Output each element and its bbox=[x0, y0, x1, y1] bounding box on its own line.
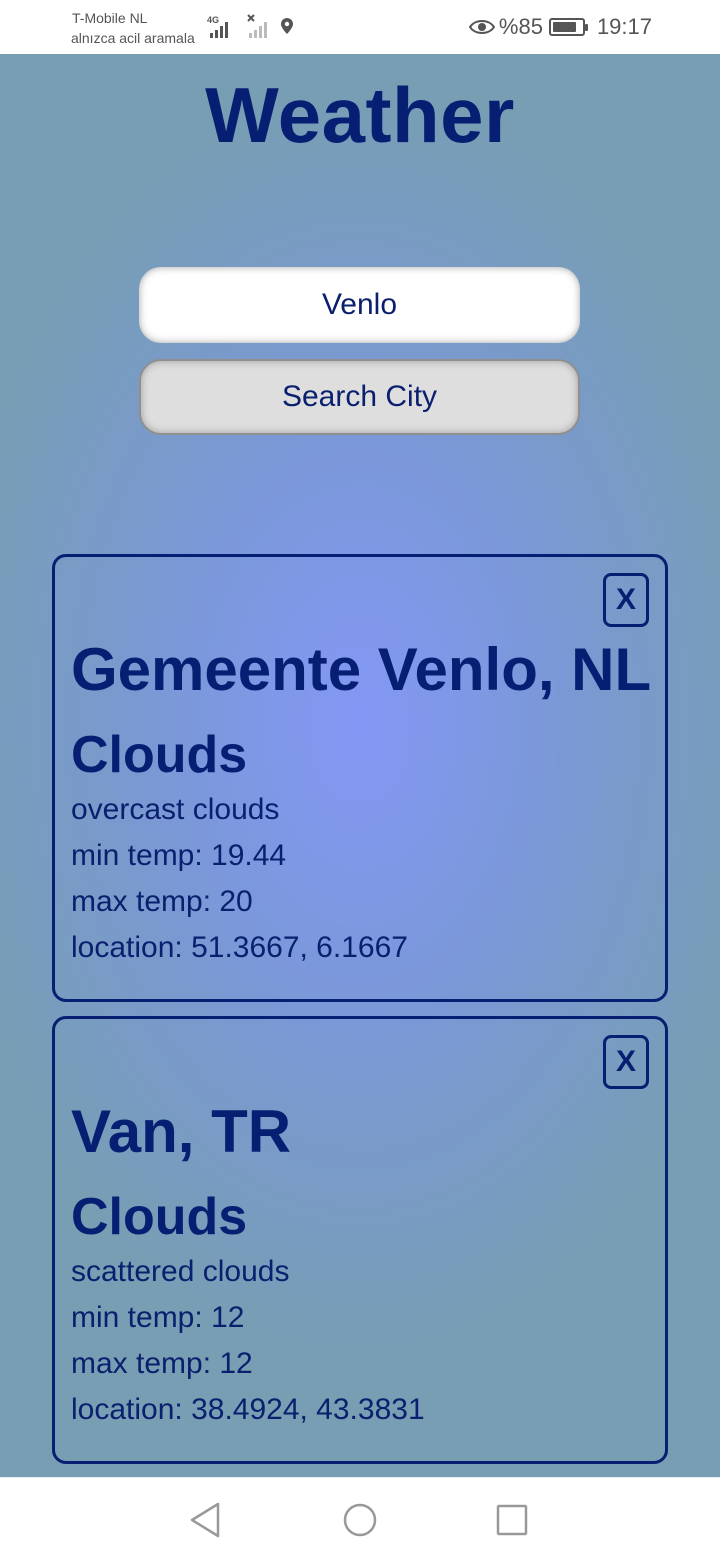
weather-card: X Van, TR Clouds scattered clouds min te… bbox=[52, 1016, 668, 1464]
max-temp: max temp: 20 bbox=[71, 885, 253, 918]
weather-condition: Clouds bbox=[71, 1188, 248, 1246]
system-nav-bar bbox=[0, 1477, 720, 1560]
network-type-label: 4G bbox=[207, 15, 219, 25]
weather-app: Weather Search City X Gemeente Venlo, NL… bbox=[0, 54, 720, 1477]
battery-percent: %85 bbox=[498, 14, 543, 39]
location-coords: location: 38.4924, 43.3831 bbox=[71, 1393, 425, 1426]
weather-condition: Clouds bbox=[71, 726, 248, 784]
weather-card: X Gemeente Venlo, NL Clouds overcast clo… bbox=[52, 554, 668, 1002]
clock: 19:17 bbox=[596, 14, 652, 39]
eye-icon bbox=[468, 20, 495, 34]
page-title: Weather bbox=[205, 71, 515, 159]
location-coords: location: 51.3667, 6.1667 bbox=[71, 931, 408, 964]
home-icon[interactable] bbox=[340, 1500, 380, 1540]
city-name: Gemeente Venlo, NL bbox=[71, 636, 652, 703]
min-temp: min temp: 12 bbox=[71, 1301, 245, 1334]
city-search-input[interactable] bbox=[139, 267, 580, 343]
status-bar: T-Mobile NL alnızca acil aramala 4G %85 … bbox=[0, 0, 720, 54]
weather-description: overcast clouds bbox=[71, 793, 280, 826]
status-right: %85 19:17 bbox=[468, 14, 652, 40]
max-temp: max temp: 12 bbox=[71, 1347, 253, 1380]
weather-description: scattered clouds bbox=[71, 1255, 290, 1288]
battery-icon bbox=[548, 18, 588, 36]
city-name: Van, TR bbox=[71, 1098, 292, 1165]
carrier-name: T-Mobile NL bbox=[72, 10, 148, 26]
close-card-button[interactable]: X bbox=[603, 573, 649, 627]
carrier-status: alnızca acil aramala bbox=[71, 30, 195, 46]
min-temp: min temp: 19.44 bbox=[71, 839, 287, 872]
search-city-button[interactable]: Search City bbox=[139, 359, 580, 435]
recents-icon[interactable] bbox=[492, 1500, 532, 1540]
back-icon[interactable] bbox=[186, 1500, 226, 1540]
signal-icon: 4G bbox=[207, 14, 293, 38]
close-card-button[interactable]: X bbox=[603, 1035, 649, 1089]
